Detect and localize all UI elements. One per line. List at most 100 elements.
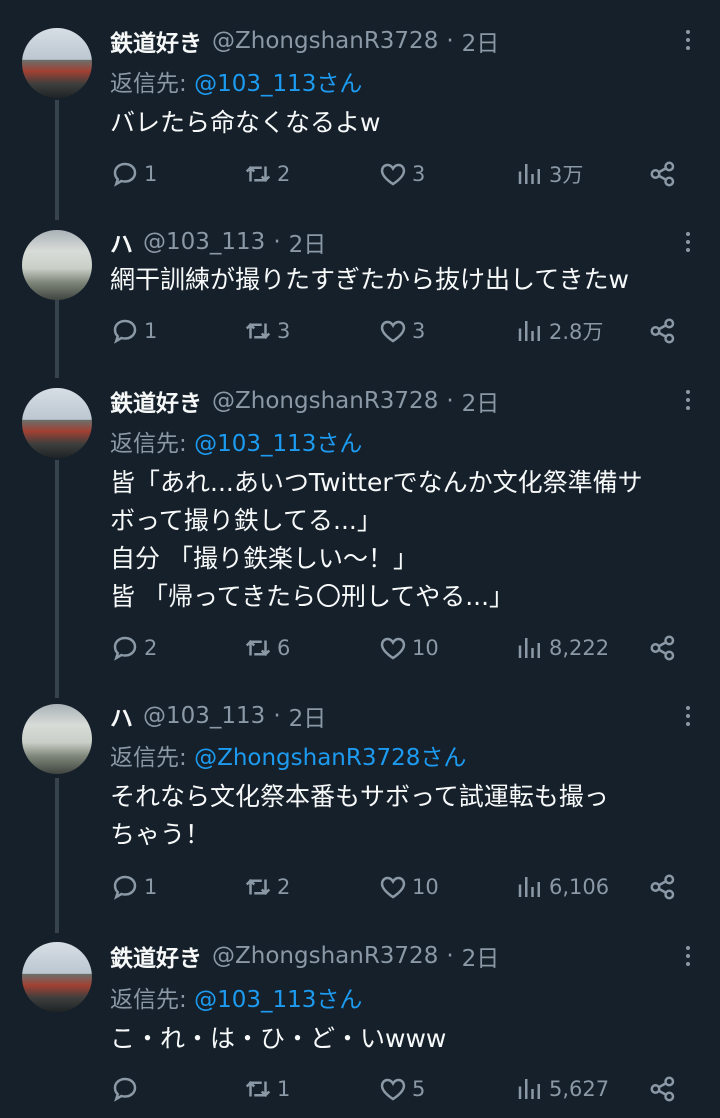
- reply-button[interactable]: 2: [110, 633, 157, 663]
- more-icon[interactable]: [686, 232, 692, 252]
- more-icon[interactable]: [686, 706, 692, 726]
- heart-icon: [380, 163, 406, 186]
- views-button[interactable]: 2.8万: [515, 316, 603, 346]
- retweet-count: 2: [277, 162, 291, 186]
- user-handle[interactable]: @103_113: [143, 703, 265, 729]
- share-button[interactable]: [648, 1074, 678, 1104]
- like-count: 3: [412, 162, 426, 186]
- views-icon: [518, 164, 540, 184]
- timestamp[interactable]: 2日: [462, 24, 500, 58]
- tweet-text: バレたら命なくなるよw: [110, 104, 700, 142]
- views-button[interactable]: 3万: [515, 159, 583, 189]
- retweet-button[interactable]: 2: [243, 159, 290, 189]
- action-bar: 1 5 5,627: [110, 1074, 690, 1104]
- tweet[interactable]: ハ @103_113 · 2日 返信先: @ZhongshanR3728さん そ…: [0, 696, 720, 934]
- display-name[interactable]: ハ: [110, 699, 133, 733]
- view-count: 8,222: [549, 636, 610, 660]
- heart-icon: [380, 876, 406, 899]
- like-button[interactable]: 3: [378, 316, 425, 346]
- avatar[interactable]: [22, 388, 92, 458]
- avatar[interactable]: [22, 28, 92, 98]
- views-icon: [518, 321, 540, 341]
- views-icon: [518, 1079, 540, 1099]
- display-name[interactable]: 鉄道好き: [110, 24, 202, 58]
- timestamp[interactable]: 2日: [462, 384, 500, 418]
- like-button[interactable]: 3: [378, 159, 425, 189]
- user-handle[interactable]: @ZhongshanR3728: [212, 388, 438, 414]
- display-name[interactable]: 鉄道好き: [110, 384, 202, 418]
- retweet-icon: [245, 878, 271, 896]
- retweet-button[interactable]: 3: [243, 316, 290, 346]
- timestamp[interactable]: 2日: [289, 699, 327, 733]
- views-button[interactable]: 6,106: [515, 872, 609, 902]
- reply-to: 返信先: @103_113さん: [110, 980, 362, 1014]
- views-button[interactable]: 5,627: [515, 1074, 609, 1104]
- tweet-header: ハ @103_113 · 2日: [110, 225, 327, 259]
- timestamp[interactable]: 2日: [289, 225, 327, 259]
- reply-icon: [113, 636, 137, 661]
- reply-icon: [113, 1077, 137, 1102]
- tweet-text-line: 網干訓練が撮りたすぎたから抜け出してきたw: [110, 265, 629, 294]
- like-count: 5: [412, 1077, 426, 1101]
- separator: ·: [446, 388, 454, 414]
- share-button[interactable]: [648, 159, 678, 189]
- share-button[interactable]: [648, 872, 678, 902]
- mention-link[interactable]: @103_113さん: [194, 431, 362, 457]
- like-button[interactable]: 10: [378, 633, 439, 663]
- display-name[interactable]: 鉄道好き: [110, 939, 202, 973]
- like-button[interactable]: 5: [378, 1074, 425, 1104]
- tweet[interactable]: ハ @103_113 · 2日 網干訓練が撮りたすぎたから抜け出してきたw 1 …: [0, 218, 720, 378]
- like-count: 3: [412, 319, 426, 343]
- tweet-text: こ・れ・は・ひ・ど・いwww: [110, 1020, 700, 1058]
- retweet-button[interactable]: 6: [243, 633, 290, 663]
- reply-to: 返信先: @103_113さん: [110, 424, 362, 458]
- avatar[interactable]: [22, 942, 92, 1012]
- mention-link[interactable]: @ZhongshanR3728さん: [194, 745, 466, 771]
- tweet[interactable]: 鉄道好き @ZhongshanR3728 · 2日 返信先: @103_113さ…: [0, 934, 720, 1118]
- retweet-icon: [245, 1080, 271, 1098]
- tweet-header: 鉄道好き @ZhongshanR3728 · 2日: [110, 384, 500, 418]
- reply-to: 返信先: @ZhongshanR3728さん: [110, 738, 466, 772]
- mention-link[interactable]: @103_113さん: [194, 71, 362, 97]
- reply-to: 返信先: @103_113さん: [110, 64, 362, 98]
- retweet-icon: [245, 322, 271, 340]
- share-button[interactable]: [648, 633, 678, 663]
- reply-button[interactable]: 1: [110, 316, 157, 346]
- tweet[interactable]: 鉄道好き @ZhongshanR3728 · 2日 返信先: @103_113さ…: [0, 0, 720, 218]
- avatar[interactable]: [22, 230, 92, 300]
- user-handle[interactable]: @103_113: [143, 229, 265, 255]
- share-icon: [650, 874, 675, 900]
- more-icon[interactable]: [686, 946, 692, 966]
- tweet-text-line: それなら文化祭本番もサボって試運転も撮っ: [110, 782, 609, 811]
- reply-icon: [113, 319, 137, 344]
- tweet-text-line: 皆「あれ...あいつTwitterでなんか文化祭準備サ: [110, 468, 643, 497]
- more-icon[interactable]: [686, 30, 692, 50]
- more-icon[interactable]: [686, 390, 692, 410]
- avatar[interactable]: [22, 704, 92, 774]
- like-button[interactable]: 10: [378, 872, 439, 902]
- views-button[interactable]: 8,222: [515, 633, 609, 663]
- tweet-text-line: ちゃう！: [110, 820, 211, 849]
- view-count: 5,627: [549, 1077, 610, 1101]
- reply-button[interactable]: 1: [110, 872, 157, 902]
- display-name[interactable]: ハ: [110, 225, 133, 259]
- separator: ·: [273, 703, 281, 729]
- retweet-icon: [245, 639, 271, 657]
- reply-button[interactable]: [110, 1074, 144, 1104]
- retweet-button[interactable]: 2: [243, 872, 290, 902]
- retweet-count: 3: [277, 319, 291, 343]
- tweet-text-line: 自分 「撮り鉄楽しい〜！」: [110, 544, 418, 573]
- views-icon: [518, 877, 540, 897]
- retweet-icon: [245, 165, 271, 183]
- user-handle[interactable]: @ZhongshanR3728: [212, 943, 438, 969]
- share-icon: [650, 318, 675, 344]
- retweet-button[interactable]: 1: [243, 1074, 290, 1104]
- action-bar: 1 2 10 6,106: [110, 872, 690, 902]
- tweet[interactable]: 鉄道好き @ZhongshanR3728 · 2日 返信先: @103_113さ…: [0, 378, 720, 696]
- reply-prefix: 返信先:: [110, 745, 195, 771]
- timestamp[interactable]: 2日: [462, 939, 500, 973]
- mention-link[interactable]: @103_113さん: [194, 987, 362, 1013]
- share-button[interactable]: [648, 316, 678, 346]
- user-handle[interactable]: @ZhongshanR3728: [212, 28, 438, 54]
- reply-button[interactable]: 1: [110, 159, 157, 189]
